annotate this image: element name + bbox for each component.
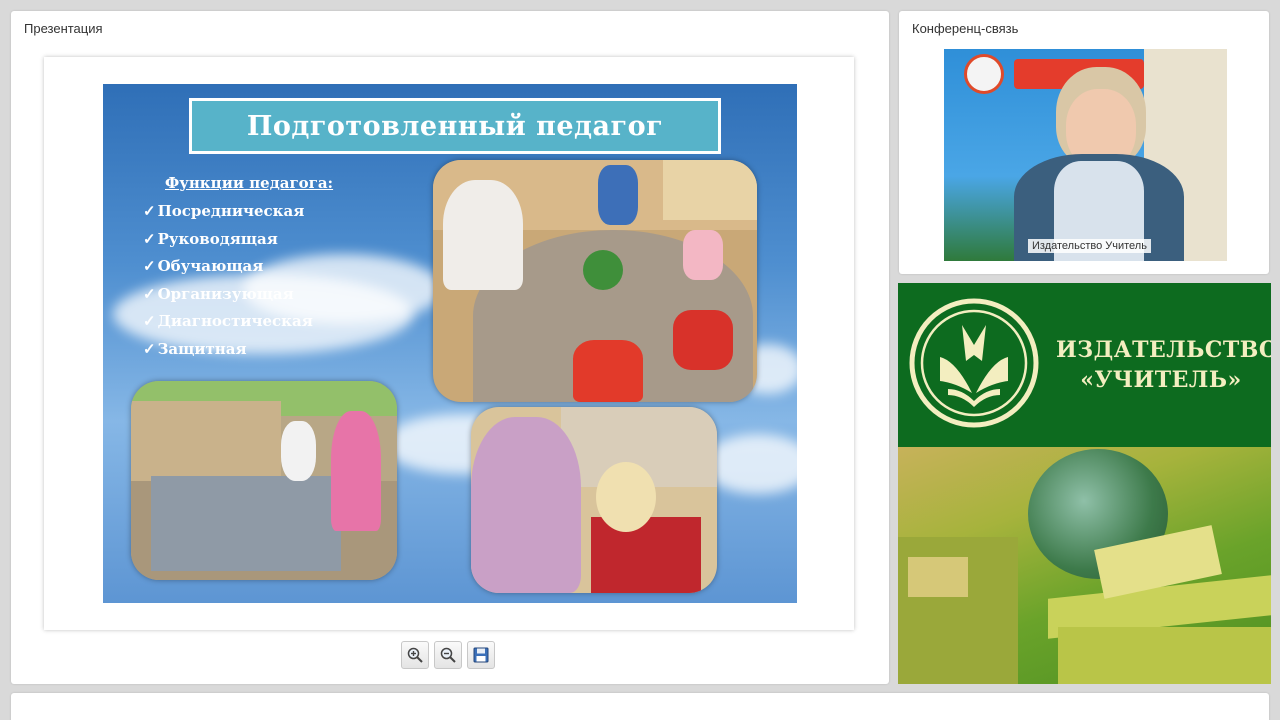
publisher-name-line1: ИЗДАТЕЛЬСТВО xyxy=(1056,337,1271,363)
banner-books-image xyxy=(898,447,1271,684)
zoom-in-button[interactable] xyxy=(401,641,429,669)
functions-list: ✓ Посредническая ✓ Руководящая ✓ Обучающая … xyxy=(143,198,313,364)
check-icon: ✓ xyxy=(143,257,156,276)
publisher-name: ИЗДАТЕЛЬСТВО «УЧИТЕЛЬ» xyxy=(1056,335,1271,395)
slide: Подготовленный педагог Функции педагога:… xyxy=(103,84,797,603)
participant-name-label: Издательство Учитель xyxy=(1028,239,1151,253)
conference-panel-title: Конференц-связь xyxy=(912,21,1019,36)
list-item: ✓ Организующая xyxy=(143,284,294,303)
zoom-out-icon xyxy=(440,647,456,663)
check-icon: ✓ xyxy=(143,312,156,331)
participant-video[interactable]: Издательство Учитель xyxy=(944,49,1227,261)
zoom-in-icon xyxy=(407,647,423,663)
check-icon: ✓ xyxy=(143,202,156,220)
list-item: ✓ Диагностическая xyxy=(143,312,313,331)
slide-title: Подготовленный педагог xyxy=(246,110,664,142)
classroom-photo xyxy=(433,160,757,402)
classroom-photo xyxy=(471,407,717,593)
check-icon: ✓ xyxy=(143,339,156,358)
presentation-panel-title: Презентация xyxy=(24,21,103,36)
check-icon: ✓ xyxy=(143,284,156,303)
publisher-banner: ИЗДАТЕЛЬСТВО «УЧИТЕЛЬ» xyxy=(898,283,1271,684)
slide-title-box: Подготовленный педагог xyxy=(189,98,721,154)
list-item: ✓ Защитная xyxy=(143,339,247,358)
conference-panel: Конференц-связь Издательство Учитель xyxy=(899,11,1269,274)
save-button[interactable] xyxy=(467,641,495,669)
floppy-disk-icon xyxy=(473,647,489,663)
slide-frame: Подготовленный педагог Функции педагога:… xyxy=(44,57,854,630)
list-item: ✓ Руководящая xyxy=(143,229,278,248)
zoom-out-button[interactable] xyxy=(434,641,462,669)
slide-toolbar xyxy=(401,641,495,669)
publisher-name-line2: «УЧИТЕЛЬ» xyxy=(1080,367,1242,393)
publisher-logo-icon xyxy=(909,298,1039,428)
banner-header: ИЗДАТЕЛЬСТВО «УЧИТЕЛЬ» xyxy=(898,283,1271,447)
classroom-photo xyxy=(131,381,397,580)
bottom-panel xyxy=(11,693,1269,720)
list-item: ✓ Посредническая xyxy=(143,202,305,220)
list-item: ✓ Обучающая xyxy=(143,257,264,276)
presentation-panel: Презентация Подготовленный педагог Функц… xyxy=(11,11,889,684)
check-icon: ✓ xyxy=(143,229,156,248)
functions-heading: Функции педагога: xyxy=(165,174,334,192)
